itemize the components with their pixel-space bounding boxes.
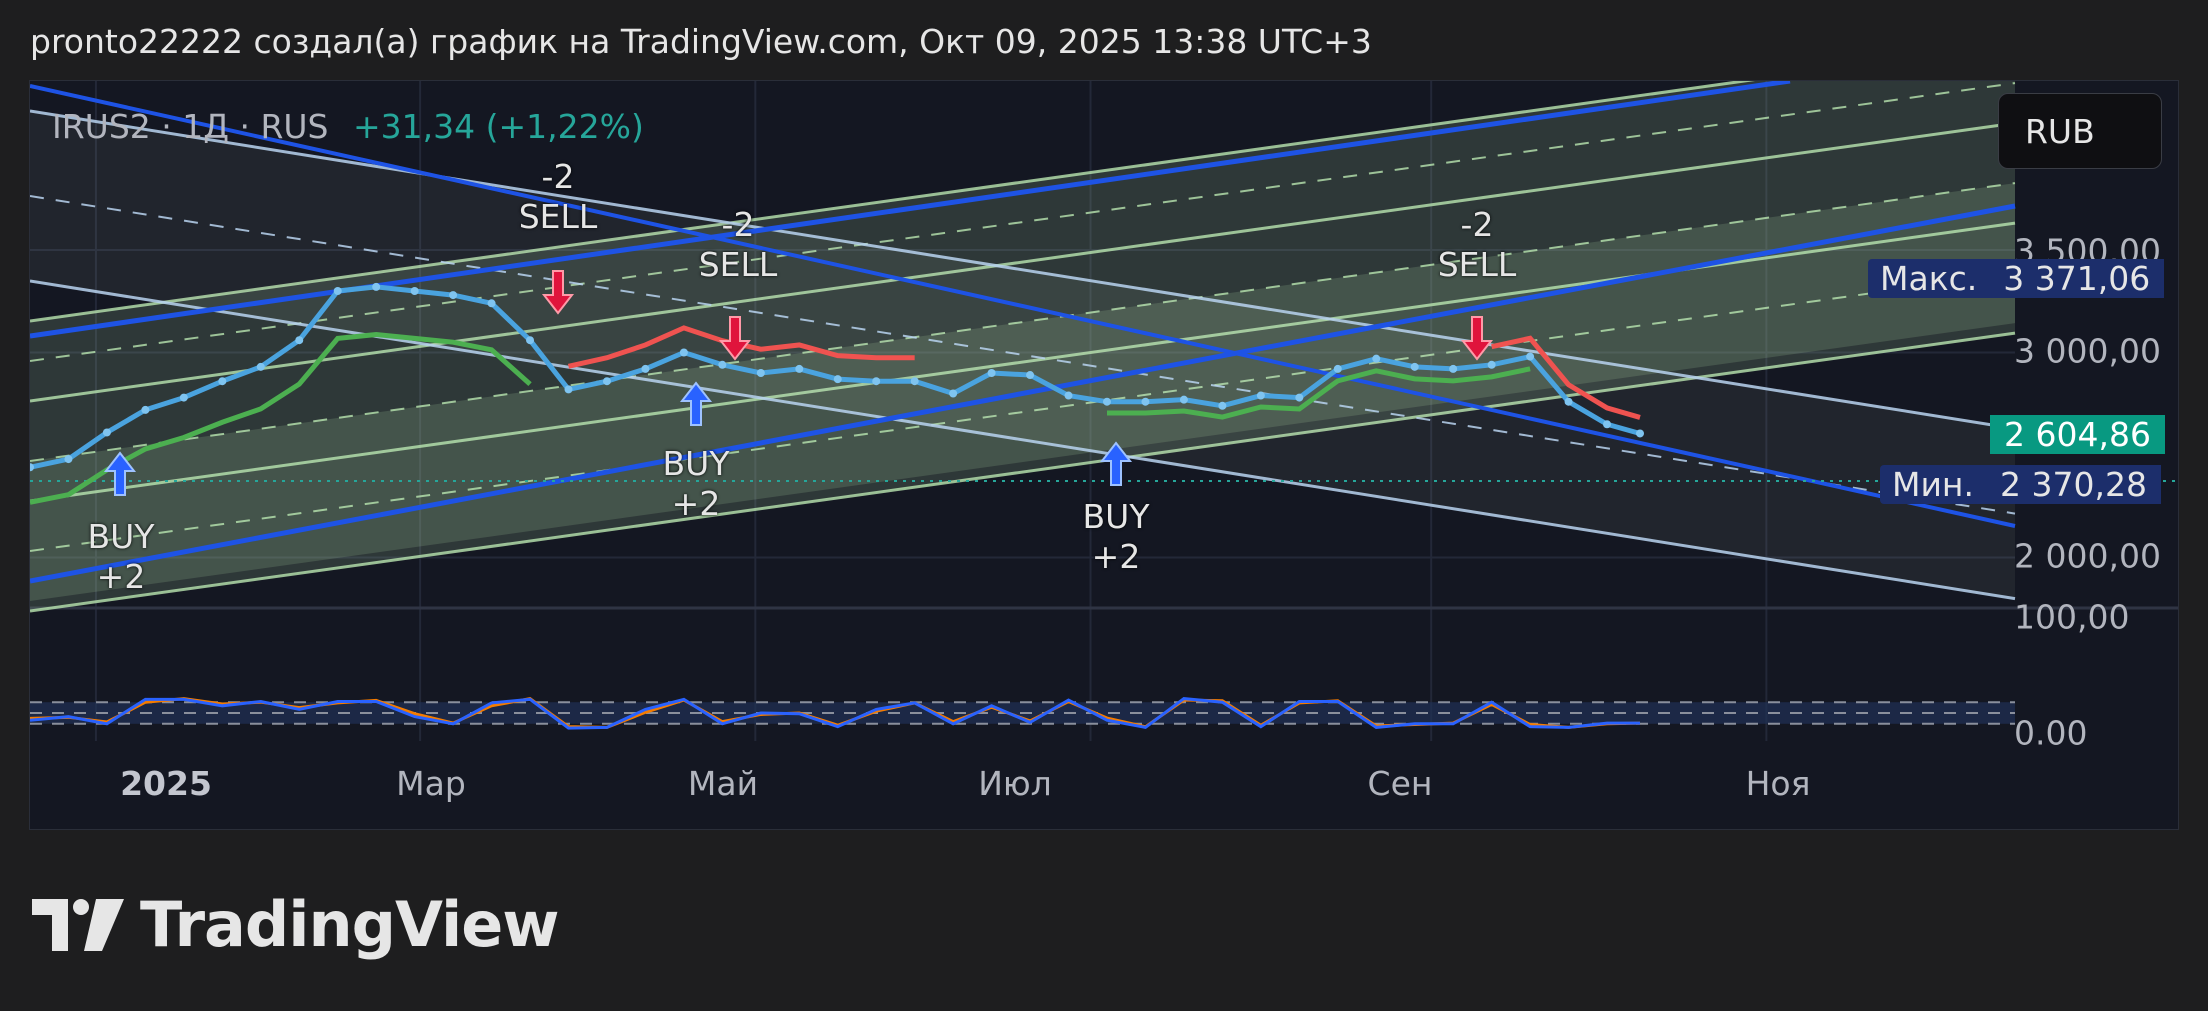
chart-canvas[interactable] bbox=[30, 81, 2179, 830]
price-point bbox=[1603, 420, 1612, 429]
price-point bbox=[872, 377, 881, 386]
price-point bbox=[1026, 371, 1035, 380]
logo-text: TradingView bbox=[140, 888, 560, 961]
price-point bbox=[410, 287, 419, 295]
price-point bbox=[372, 282, 381, 291]
price-point bbox=[449, 291, 458, 300]
max-price-tag: Макс. 3 371,06 bbox=[1868, 256, 2165, 300]
price-point bbox=[602, 377, 611, 386]
price-point bbox=[641, 364, 650, 373]
price-point bbox=[756, 369, 765, 377]
tradingview-logo[interactable]: TradingView bbox=[32, 888, 560, 961]
price-point bbox=[179, 393, 188, 402]
price-point bbox=[487, 299, 496, 308]
price-point bbox=[141, 405, 150, 414]
price-point bbox=[833, 375, 842, 384]
time-tick-label: Июл bbox=[978, 764, 1052, 803]
price-point bbox=[679, 348, 688, 357]
sell-signal-label: -2 SELL bbox=[1437, 205, 1517, 284]
tradingview-logo-icon bbox=[32, 898, 124, 951]
time-tick-label: Ноя bbox=[1745, 764, 1811, 803]
price-point bbox=[526, 336, 535, 345]
regression-channels bbox=[30, 81, 2016, 613]
price-point bbox=[1449, 364, 1458, 373]
current-price-value: 2 604,86 bbox=[1990, 414, 2165, 454]
price-point bbox=[1410, 362, 1419, 371]
price-point bbox=[1179, 395, 1188, 404]
chart-area[interactable]: IRUS2 · 1Д · RUS +31,34 (+1,22%) RUB 3 5… bbox=[29, 80, 2179, 830]
price-point bbox=[1636, 429, 1644, 438]
sell-signal-label: -2 SELL bbox=[518, 157, 598, 236]
price-point bbox=[102, 428, 111, 437]
buy-signal-label: BUY +2 bbox=[662, 444, 730, 523]
price-point bbox=[910, 377, 919, 386]
time-tick-label: Май bbox=[687, 764, 759, 803]
price-point bbox=[333, 287, 342, 295]
chart-author-header: pronto22222 создал(а) график на TradingV… bbox=[30, 22, 1372, 61]
price-point bbox=[1256, 391, 1265, 400]
price-point bbox=[1064, 391, 1073, 400]
oscillator-tick-label: 0.00 bbox=[2014, 713, 2088, 753]
price-point bbox=[1526, 352, 1535, 361]
max-price-label: Макс. bbox=[1868, 258, 1990, 298]
price-point bbox=[1295, 393, 1304, 402]
price-point bbox=[64, 455, 73, 464]
oscillator-tick-label: 100,00 bbox=[2014, 597, 2130, 637]
price-point bbox=[564, 385, 573, 394]
price-change: +31,34 (+1,22%) bbox=[353, 107, 644, 146]
max-price-value: 3 371,06 bbox=[1989, 258, 2165, 298]
price-point bbox=[256, 362, 265, 371]
stochastic-oscillator bbox=[30, 697, 2015, 730]
price-tick-label: 3 000,00 bbox=[2014, 331, 2161, 371]
price-point bbox=[1141, 397, 1150, 406]
buy-signal-label: BUY +2 bbox=[1082, 497, 1150, 576]
current-price-tag: 2 604,86 bbox=[1990, 412, 2165, 456]
min-price-tag: Мин. 2 370,28 bbox=[1880, 462, 2161, 506]
price-point bbox=[218, 377, 227, 386]
price-point bbox=[1102, 397, 1111, 406]
symbol-legend[interactable]: IRUS2 · 1Д · RUS +31,34 (+1,22%) bbox=[52, 107, 644, 146]
price-point bbox=[949, 389, 958, 398]
price-point bbox=[1218, 401, 1227, 410]
time-tick-label: Мар bbox=[396, 764, 466, 803]
price-point bbox=[718, 360, 727, 369]
price-tick-label: 2 000,00 bbox=[2014, 536, 2161, 576]
price-point bbox=[1564, 397, 1573, 406]
buy-signal-label: BUY +2 bbox=[87, 517, 155, 596]
time-tick-label: 2025 bbox=[120, 764, 212, 803]
price-point bbox=[987, 369, 996, 377]
symbol-info[interactable]: IRUS2 · 1Д · RUS bbox=[52, 107, 329, 146]
sell-signal-label: -2 SELL bbox=[698, 205, 778, 284]
price-point bbox=[1372, 354, 1381, 363]
time-tick-label: Сен bbox=[1367, 764, 1433, 803]
price-point bbox=[795, 364, 804, 373]
price-point bbox=[295, 336, 304, 345]
price-point bbox=[1487, 360, 1496, 369]
min-price-value: 2 370,28 bbox=[1985, 464, 2161, 504]
currency-button[interactable]: RUB bbox=[1998, 93, 2162, 169]
min-price-label: Мин. bbox=[1880, 464, 1986, 504]
price-point bbox=[1333, 364, 1342, 373]
